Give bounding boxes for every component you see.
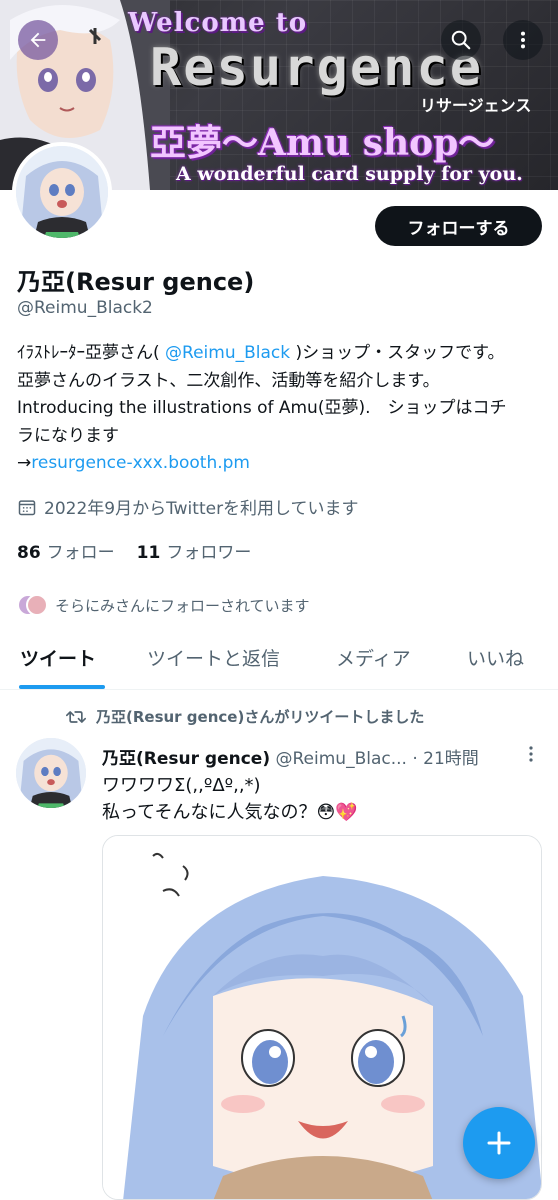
banner-shop-title: 亞夢～Amu shop～ — [150, 122, 495, 164]
retweet-text: 乃亞(Resur gence)さんがリツイートしました — [96, 708, 425, 726]
bio-arrow: → — [17, 453, 32, 473]
bio-mention-link[interactable]: @Reimu_Black — [165, 343, 290, 363]
tweet-header: 乃亞(Resur gence) @Reimu_Blac... · 21時間 — [102, 744, 479, 769]
follower-avatars — [17, 591, 49, 619]
retweet-icon — [66, 710, 86, 723]
tweet-text-line: ワワワワΣ(,,ºΔº,,*) — [102, 775, 261, 796]
followers-link[interactable]: 11 フォロワー — [137, 538, 252, 563]
tweet-author-name[interactable]: 乃亞(Resur gence) — [102, 749, 270, 769]
tweet-author-avatar[interactable] — [16, 738, 86, 808]
tab-media[interactable]: メディア — [336, 644, 411, 671]
back-button[interactable] — [18, 20, 58, 60]
followed-by-row[interactable]: そらにみさんにフォローされています — [17, 591, 310, 619]
follower-avatar — [26, 594, 48, 616]
banner-tagline: A wonderful card supply for you. — [176, 163, 523, 185]
bio-shop-link[interactable]: resurgence-xxx.booth.pm — [31, 453, 250, 473]
avatar-image — [16, 146, 108, 238]
profile-joined-date: 2022年9月からTwitterを利用しています — [17, 494, 359, 519]
tab-tweets[interactable]: ツイート — [20, 644, 96, 671]
tweet-text: ワワワワΣ(,,ºΔº,,*) 私ってそんなに人気なの？😳💖 — [102, 772, 358, 826]
followers-count: 11 — [136, 543, 161, 563]
banner-brand-text: Resurgence — [150, 38, 484, 98]
followed-by-text: そらにみさんにフォローされています — [55, 596, 310, 615]
more-vertical-icon — [529, 746, 533, 762]
more-options-button[interactable] — [503, 20, 543, 60]
profile-bio: ｲﾗｽﾄﾚｰﾀｰ亞夢さん( @Reimu_Black )ショップ・スタッフです。… — [17, 340, 517, 478]
tab-likes[interactable]: いいね — [467, 644, 524, 671]
tweet-time[interactable]: 21時間 — [423, 749, 479, 769]
profile-handle: @Reimu_Black2 — [17, 298, 153, 318]
retweet-indicator[interactable]: 乃亞(Resur gence)さんがリツイートしました — [66, 706, 424, 727]
tweet-separator: · — [412, 749, 418, 769]
tweet-more-button[interactable] — [524, 744, 538, 768]
followers-label: フォロワー — [166, 543, 252, 563]
calendar-icon — [18, 499, 36, 515]
compose-plus-icon — [487, 1131, 511, 1155]
follow-button[interactable]: フォローする — [375, 206, 542, 246]
profile-display-name: 乃亞(Resur gence) — [17, 268, 255, 296]
following-link[interactable]: 86 フォロー — [17, 538, 115, 563]
profile-avatar[interactable] — [12, 142, 112, 242]
avatar-image — [16, 738, 86, 808]
tab-tweets-and-replies[interactable]: ツイートと返信 — [147, 644, 280, 671]
banner-brand-kana: リサージェンス — [420, 96, 532, 115]
profile-tabs: ツイート ツイートと返信 メディア いいね — [0, 634, 558, 690]
banner-welcome-text: Welcome to — [128, 8, 308, 38]
tweet-text-line: 私ってそんなに人気なの？😳💖 — [102, 802, 358, 823]
following-label: フォロー — [46, 543, 115, 563]
bio-text-pre: ｲﾗｽﾄﾚｰﾀｰ亞夢さん( — [17, 343, 166, 363]
search-button[interactable] — [441, 20, 481, 60]
compose-tweet-button[interactable] — [463, 1107, 535, 1179]
arrow-left-icon — [30, 32, 46, 48]
following-count: 86 — [17, 543, 41, 563]
more-vertical-icon — [520, 31, 526, 49]
tweet-author-handle[interactable]: @Reimu_Blac... — [276, 749, 407, 769]
joined-text: 2022年9月からTwitterを利用しています — [44, 499, 359, 519]
follow-counts: 86 フォロー 11 フォロワー — [17, 538, 251, 563]
active-tab-indicator — [19, 685, 105, 689]
search-icon — [451, 30, 471, 50]
